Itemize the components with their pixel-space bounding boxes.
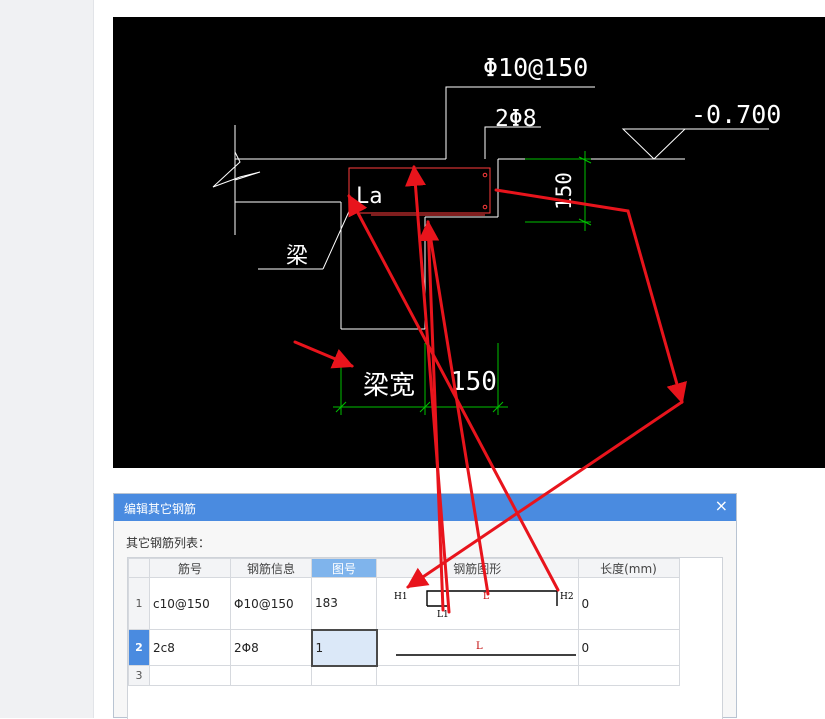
left-gutter [0,0,94,718]
stirrup-spec-label: Φ10@150 [483,53,588,82]
bar-shape-cell[interactable]: L [376,629,579,666]
length-cell[interactable]: 0 [577,629,680,666]
beam-slab-outline [212,86,769,330]
figure-no-cell[interactable] [311,665,377,686]
shape-label-l1: L1 [437,610,449,620]
bar-shape-cell[interactable]: H1 L H2 L1 [376,577,579,630]
bar-info-cell[interactable] [230,665,312,686]
table-row[interactable]: 1 c10@150 Φ10@150 183 H1 L H2 L1 0 [128,577,680,630]
shape-label-h1: H1 [394,592,408,602]
bar-info-cell[interactable]: Φ10@150 [230,577,312,630]
cad-canvas: Φ10@150 2Φ8 -0.700 La 梁 梁宽 150 150 [212,53,781,415]
dialog-title: 编辑其它钢筋 [124,502,197,516]
bar-shape-cell[interactable] [376,665,579,686]
bar-no-cell[interactable]: 2c8 [149,629,231,666]
shape-label-h2: H2 [560,592,574,602]
column-header-bar-no[interactable]: 筋号 [149,558,231,578]
bar-shape-figure-183: H1 L H2 L1 [394,589,574,620]
shape-label-l: L [483,592,489,602]
shape-label-l: L [476,641,483,652]
beam-label: 梁 [286,244,308,269]
dim-150-vertical-label: 150 [552,172,576,210]
la-label: La [356,184,383,209]
column-header-bar-shape[interactable]: 钢筋图形 [376,558,579,578]
dim-150-horizontal-label: 150 [450,367,497,397]
figure-no-cell[interactable]: 183 [311,577,377,630]
length-cell[interactable] [577,665,680,686]
table-row[interactable]: 3 [128,665,680,686]
elevation-label: -0.700 [691,100,781,129]
close-icon[interactable]: × [715,497,728,515]
rebar-list-label: 其它钢筋列表： [126,536,211,550]
row-number[interactable]: 3 [128,665,150,686]
row-number[interactable]: 1 [128,577,150,630]
beam-width-label: 梁宽 [363,371,415,401]
figure-no-input[interactable]: 1 [310,628,378,667]
bar-shape-figure-1: L [395,641,576,656]
bar-info-cell[interactable]: 2Φ8 [230,629,312,666]
bar-no-cell[interactable] [149,665,231,686]
dialog-titlebar[interactable]: 编辑其它钢筋 × [114,494,736,521]
bar-no-cell[interactable]: c10@150 [149,577,231,630]
rebar-grid: 筋号 钢筋信息 图号 钢筋图形 长度(mm) 1 c10@150 Φ10@150… [127,557,723,719]
rebar-table: 筋号 钢筋信息 图号 钢筋图形 长度(mm) 1 c10@150 Φ10@150… [128,558,680,686]
column-header-figure-no[interactable]: 图号 [311,558,377,578]
edit-other-rebar-dialog: 编辑其它钢筋 × 其它钢筋列表： 筋号 钢筋信息 图号 钢筋图形 长度(mm) [113,493,737,719]
table-row[interactable]: 2 2c8 2Φ8 1 L 0 [128,628,680,667]
length-cell[interactable]: 0 [577,577,680,630]
bar-spec-label: 2Φ8 [495,106,537,132]
row-number-header [128,558,150,578]
cad-drawing: Φ10@150 2Φ8 -0.700 La 梁 梁宽 150 150 [113,17,825,468]
column-header-bar-info[interactable]: 钢筋信息 [230,558,312,578]
row-number[interactable]: 2 [128,629,150,666]
table-header-row: 筋号 钢筋信息 图号 钢筋图形 长度(mm) [128,558,680,578]
column-header-length[interactable]: 长度(mm) [577,558,680,578]
